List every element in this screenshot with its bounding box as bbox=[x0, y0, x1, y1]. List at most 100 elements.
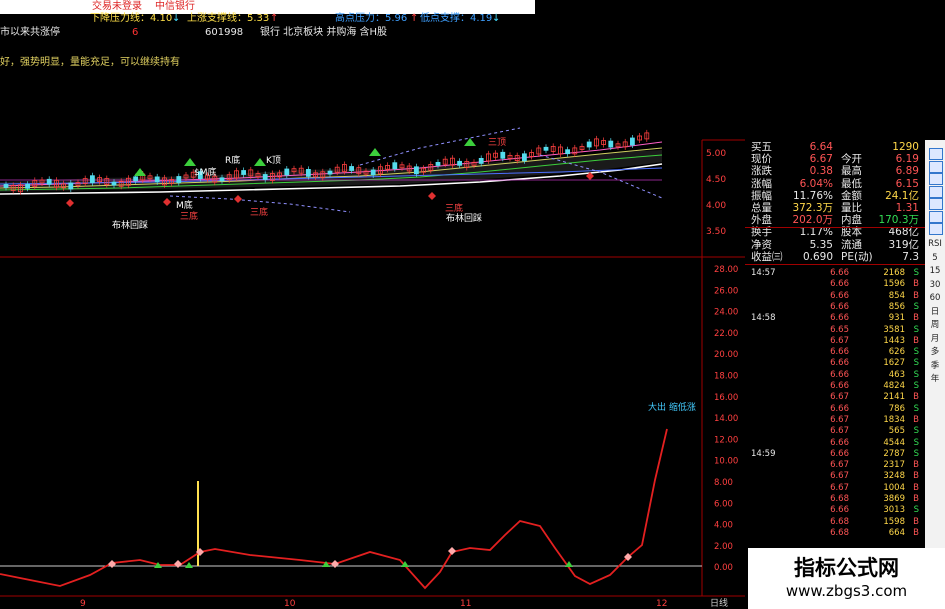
header-arrow-up: ↑ bbox=[270, 13, 279, 24]
tick-price: 6.67 bbox=[830, 482, 849, 493]
down-diamond-marker bbox=[234, 195, 242, 203]
toolbar-icon[interactable] bbox=[929, 173, 943, 185]
tick-volume: 2168 bbox=[883, 268, 905, 278]
tick-row[interactable]: 14:57 6.66 2168 S bbox=[749, 268, 921, 279]
tick-volume: 2141 bbox=[883, 392, 905, 403]
tick-price: 6.66 bbox=[830, 301, 849, 312]
price-tick: 4.50 bbox=[706, 175, 726, 185]
period-button-30[interactable]: 30 bbox=[925, 279, 945, 291]
tick-row[interactable]: 6.67 1834 B bbox=[749, 415, 921, 426]
header-up-support: 上涨支撑线：5.33 bbox=[187, 13, 270, 24]
tick-row[interactable]: 6.66 786 S bbox=[749, 404, 921, 415]
tick-volume: 4824 bbox=[883, 381, 905, 391]
tick-price: 6.66 bbox=[830, 381, 849, 391]
tick-row[interactable]: 6.66 626 S bbox=[749, 347, 921, 358]
tick-row[interactable]: 6.66 4824 S bbox=[749, 381, 921, 392]
period-button-5[interactable]: 5 bbox=[925, 252, 945, 264]
period-button-月[interactable]: 月 bbox=[925, 333, 945, 345]
x-tick: 11 bbox=[460, 599, 471, 609]
toolbar-icon[interactable] bbox=[929, 223, 943, 235]
tick-row[interactable]: 6.66 4544 S bbox=[749, 438, 921, 449]
watermark-title: 指标公式网 bbox=[794, 556, 899, 580]
tick-row[interactable]: 6.66 3013 S bbox=[749, 505, 921, 516]
tick-volume: 1598 bbox=[883, 516, 905, 527]
tick-row[interactable]: 14:59 6.66 2787 S bbox=[749, 449, 921, 460]
tick-row[interactable]: 6.67 3248 B bbox=[749, 471, 921, 482]
tick-volume: 931 bbox=[888, 313, 905, 324]
tick-row[interactable]: 6.66 1596 B bbox=[749, 279, 921, 290]
quote-divider bbox=[745, 264, 925, 265]
tick-price: 6.68 bbox=[830, 527, 849, 538]
tick-volume: 1443 bbox=[883, 335, 905, 346]
period-button-日[interactable]: 日 bbox=[925, 306, 945, 318]
tick-time: 14:59 bbox=[751, 448, 776, 459]
quote-value: 7.3 bbox=[902, 250, 919, 263]
tick-row[interactable]: 6.66 856 S bbox=[749, 302, 921, 313]
tick-volume: 565 bbox=[888, 426, 905, 437]
annotation-sandi4: 三顶 bbox=[488, 137, 506, 148]
tick-row[interactable]: 6.67 565 S bbox=[749, 426, 921, 437]
tick-row[interactable]: 6.66 463 S bbox=[749, 370, 921, 381]
quote-divider bbox=[745, 227, 925, 228]
tick-price: 6.66 bbox=[830, 347, 849, 358]
watermark-url: www.zbgs3.com bbox=[785, 582, 908, 600]
toolbar-icon[interactable] bbox=[929, 148, 943, 160]
indicator-tick: 18.00 bbox=[714, 372, 738, 382]
tick-row[interactable]: 6.65 3581 S bbox=[749, 325, 921, 336]
tick-side: B bbox=[913, 494, 919, 504]
tick-row[interactable]: 6.67 1443 B bbox=[749, 336, 921, 347]
down-diamond-marker bbox=[66, 199, 74, 207]
tick-price: 6.65 bbox=[830, 324, 849, 335]
period-button-年[interactable]: 年 bbox=[925, 373, 945, 385]
period-button-60[interactable]: 60 bbox=[925, 292, 945, 304]
main-chart[interactable]: $M底 R底 K顶 M底 三底 三底 三底 三顶 布林回踩 布林回踩 5.00 … bbox=[0, 0, 745, 609]
toolbar-icon[interactable] bbox=[929, 185, 943, 198]
tick-side: S bbox=[913, 324, 919, 335]
indicator-diamond-markers bbox=[108, 547, 632, 568]
price-tick: 5.00 bbox=[706, 149, 726, 159]
annotation-bolin1: 布林回踩 bbox=[112, 219, 148, 231]
price-axis: 5.00 4.50 4.00 3.50 bbox=[706, 149, 726, 237]
tick-row[interactable]: 6.68 1598 B bbox=[749, 517, 921, 528]
period-button-季[interactable]: 季 bbox=[925, 360, 945, 372]
tick-row[interactable]: 14:58 6.66 931 B bbox=[749, 313, 921, 324]
period-label[interactable]: 日线 bbox=[710, 597, 728, 609]
tick-row[interactable]: 6.67 2141 B bbox=[749, 392, 921, 403]
tick-side: S bbox=[913, 268, 919, 278]
tick-row[interactable]: 6.66 1627 S bbox=[749, 358, 921, 369]
tick-row[interactable]: 6.67 1004 B bbox=[749, 483, 921, 494]
tick-volume: 1834 bbox=[883, 414, 905, 425]
indicator-tick: 26.00 bbox=[714, 286, 738, 296]
period-button-RSI[interactable]: RSI bbox=[925, 238, 945, 250]
indicator-axis: 28.00 26.00 24.00 22.00 20.00 18.00 16.00 14.00… bbox=[714, 265, 738, 573]
tick-volume: 1596 bbox=[883, 279, 905, 290]
tick-row[interactable]: 6.66 854 B bbox=[749, 291, 921, 302]
toolbar-icon[interactable] bbox=[929, 160, 943, 173]
tick-price: 6.66 bbox=[830, 358, 849, 369]
tick-price: 6.66 bbox=[830, 313, 849, 324]
tick-row[interactable]: 6.68 3869 B bbox=[749, 494, 921, 505]
watermark: 指标公式网 www.zbgs3.com bbox=[748, 548, 945, 609]
header-down-pressure: 下降压力线：4.10 bbox=[90, 13, 173, 24]
tick-volume: 463 bbox=[888, 369, 905, 380]
period-button-周[interactable]: 周 bbox=[925, 319, 945, 331]
tick-side: S bbox=[913, 426, 919, 437]
tick-row[interactable]: 6.67 2317 B bbox=[749, 460, 921, 471]
toolbar-icon[interactable] bbox=[929, 210, 943, 223]
tick-volume: 2317 bbox=[883, 460, 905, 471]
period-button-多[interactable]: 多 bbox=[925, 346, 945, 358]
period-button-15[interactable]: 15 bbox=[925, 265, 945, 277]
tick-volume: 1004 bbox=[883, 482, 905, 493]
annotation-bolin2: 布林回踩 bbox=[446, 212, 482, 224]
tick-volume: 854 bbox=[888, 290, 905, 301]
tick-volume: 664 bbox=[888, 527, 905, 538]
toolbar-icon[interactable] bbox=[929, 198, 943, 210]
tick-row[interactable]: 6.68 664 B bbox=[749, 528, 921, 539]
header-high-pressure: 高点压力：5.96 bbox=[335, 13, 408, 24]
indicator-tick: 12.00 bbox=[714, 435, 738, 445]
tick-price: 6.66 bbox=[830, 448, 849, 459]
header-limit-up-label: 市以来共涨停 bbox=[0, 27, 60, 38]
tick-side: S bbox=[913, 437, 919, 448]
down-diamond-marker bbox=[428, 192, 436, 200]
tick-side: S bbox=[913, 369, 919, 380]
